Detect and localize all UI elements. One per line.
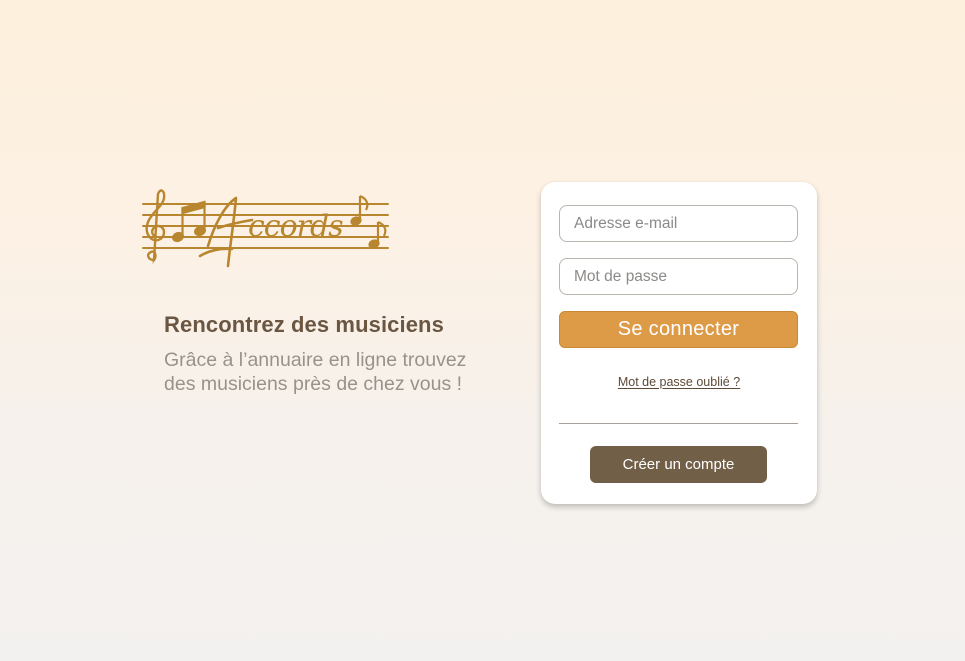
login-card: Se connecter Mot de passe oublié ? Créer… (541, 182, 817, 504)
divider (559, 423, 798, 424)
email-input[interactable] (559, 205, 798, 242)
accords-logo: ccords (140, 186, 390, 276)
svg-text:ccords: ccords (248, 209, 343, 244)
create-account-button[interactable]: Créer un compte (590, 446, 767, 483)
forgot-password-link[interactable]: Mot de passe oublié ? (541, 375, 817, 389)
hero-description: Grâce à l’annuaire en ligne trouvez des … (164, 349, 467, 395)
password-input[interactable] (559, 258, 798, 295)
hero-title: Rencontrez des musiciens (164, 312, 444, 337)
login-button[interactable]: Se connecter (559, 311, 798, 348)
